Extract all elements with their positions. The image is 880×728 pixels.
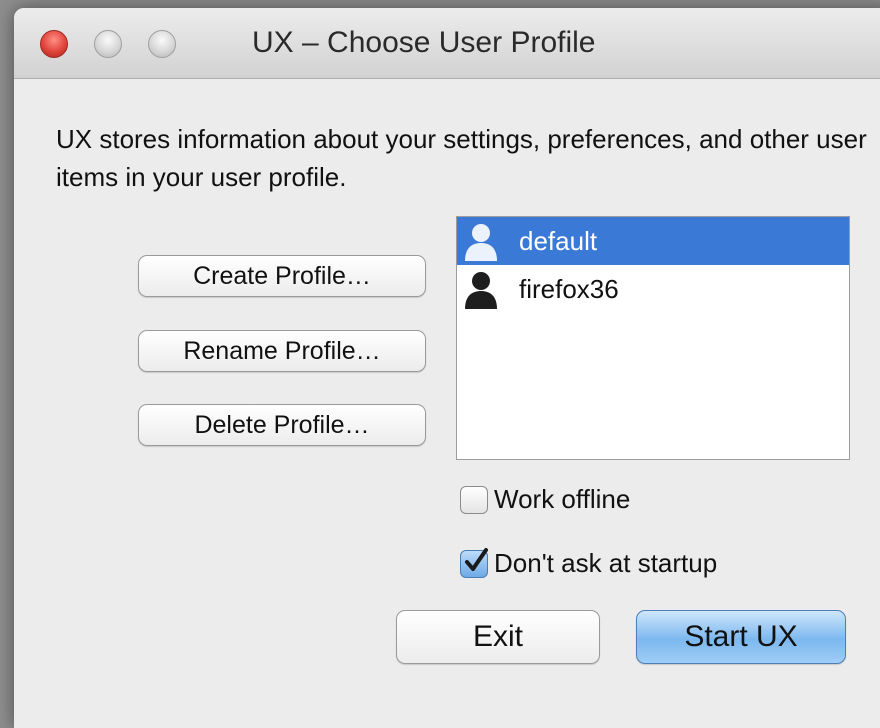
dont-ask-label: Don't ask at startup xyxy=(494,548,718,578)
close-window-button[interactable] xyxy=(40,30,68,58)
dont-ask-option[interactable]: Don't ask at startup xyxy=(460,547,718,579)
minimize-window-button[interactable] xyxy=(94,30,122,58)
window-title: UX – Choose User Profile xyxy=(252,26,596,59)
profile-item-label: default xyxy=(519,225,598,256)
profile-item-default[interactable]: default xyxy=(457,217,849,265)
description-text: UX stores information about your setting… xyxy=(56,124,867,192)
user-icon xyxy=(465,224,497,261)
work-offline-checkbox[interactable] xyxy=(460,485,488,514)
dont-ask-checkbox[interactable] xyxy=(460,547,488,578)
profile-list[interactable]: default firefox36 xyxy=(456,216,850,460)
create-profile-button[interactable]: Create Profile… xyxy=(138,255,426,297)
rename-profile-button[interactable]: Rename Profile… xyxy=(138,330,426,372)
work-offline-option[interactable]: Work offline xyxy=(460,484,630,515)
title-bar: UX – Choose User Profile xyxy=(14,8,880,79)
profile-item-label: firefox36 xyxy=(519,273,619,304)
exit-button[interactable]: Exit xyxy=(396,610,600,664)
zoom-window-button[interactable] xyxy=(148,30,176,58)
profile-manager-window: UX – Choose User Profile UX stores infor… xyxy=(14,8,880,728)
delete-profile-button[interactable]: Delete Profile… xyxy=(138,404,426,446)
work-offline-label: Work offline xyxy=(494,484,631,514)
start-button[interactable]: Start UX xyxy=(636,610,846,664)
profile-item-firefox36[interactable]: firefox36 xyxy=(457,265,849,313)
checkmark-icon xyxy=(465,547,488,571)
user-icon xyxy=(465,272,497,309)
